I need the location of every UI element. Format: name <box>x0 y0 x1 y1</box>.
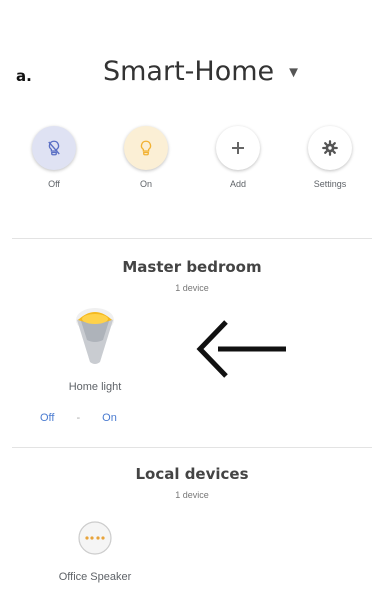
light-toggle-row: Off - On <box>40 412 117 424</box>
off-chip[interactable]: Off <box>18 126 90 189</box>
on-chip-label: On <box>139 179 152 189</box>
device-office-speaker[interactable]: Office Speaker <box>40 518 150 583</box>
gear-icon[interactable] <box>308 126 352 170</box>
on-button[interactable]: On <box>102 412 117 424</box>
off-chip-label: Off <box>48 179 60 189</box>
on-chip[interactable]: On <box>110 126 182 189</box>
light-bulb-icon[interactable] <box>67 306 123 373</box>
arrow-left-icon <box>196 318 288 385</box>
room-device-count: 1 device <box>175 283 209 293</box>
room-title-local-devices: Local devices <box>135 465 249 483</box>
device-name: Office Speaker <box>58 571 132 583</box>
bulb-on-icon[interactable] <box>124 126 168 170</box>
chevron-down-icon[interactable]: ▼ <box>286 64 301 81</box>
room-device-count: 1 device <box>175 490 209 500</box>
home-header[interactable]: Smart-Home ▼ <box>0 56 384 87</box>
plus-icon[interactable] <box>216 126 260 170</box>
device-name: Home light <box>68 381 122 393</box>
add-chip-label: Add <box>229 179 246 189</box>
settings-chip[interactable]: Settings <box>294 126 366 189</box>
device-home-light[interactable]: Home light <box>50 306 140 393</box>
quick-actions: Off On Add Settings <box>18 126 366 189</box>
home-title[interactable]: Smart-Home <box>103 56 274 87</box>
off-button[interactable]: Off <box>40 412 54 424</box>
add-chip[interactable]: Add <box>202 126 274 189</box>
bulb-off-icon[interactable] <box>32 126 76 170</box>
room-title-master-bedroom: Master bedroom <box>122 258 262 276</box>
settings-chip-label: Settings <box>313 179 347 189</box>
divider <box>12 447 372 448</box>
divider <box>12 238 372 239</box>
toggle-separator: - <box>76 412 81 424</box>
speaker-icon[interactable] <box>75 518 115 563</box>
